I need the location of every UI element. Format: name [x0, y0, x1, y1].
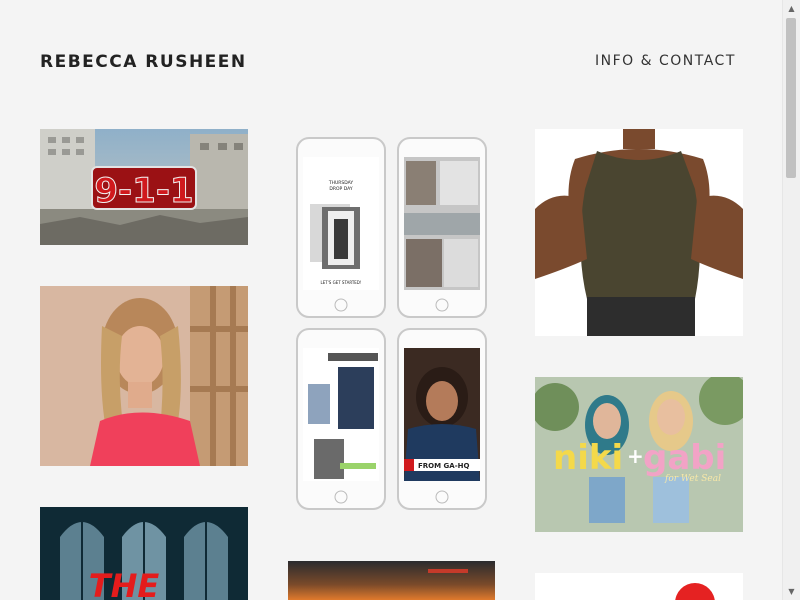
911-logo-text: 9-1-1	[94, 171, 193, 211]
portfolio-tile-the-poster[interactable]: THE	[40, 507, 248, 600]
scroll-down-arrow-icon[interactable]: ▼	[783, 583, 800, 600]
sunset-thumbnail-image	[288, 561, 495, 600]
portfolio-tile-red-circle[interactable]	[535, 573, 743, 600]
phone4-caption: FROM GA-HQ	[418, 462, 469, 470]
vertical-scrollbar[interactable]: ▲ ▼	[782, 0, 800, 600]
portfolio-tile-phone-mockups[interactable]: THURSDAY DROP DAY LET'S GET STARTED! FRO…	[288, 129, 495, 513]
portfolio-tile-sunset[interactable]	[288, 561, 495, 600]
scrollbar-thumb[interactable]	[786, 18, 796, 178]
scroll-up-arrow-icon[interactable]: ▲	[783, 0, 800, 17]
phone-mockups-image: THURSDAY DROP DAY LET'S GET STARTED! FRO…	[288, 129, 495, 513]
the-poster-title: THE	[89, 567, 160, 600]
the-poster-thumbnail-image: THE	[40, 507, 248, 600]
wet-seal-text: for Wet Seal	[664, 474, 721, 484]
phone1-cta: LET'S GET STARTED!	[320, 280, 361, 285]
portfolio-tile-olive-tank[interactable]	[535, 129, 743, 336]
gabi-name-text: gabi	[643, 438, 726, 478]
pink-top-thumbnail-image	[40, 286, 248, 466]
olive-tank-thumbnail-image	[535, 129, 743, 336]
portfolio-tile-niki-gabi[interactable]: niki + gabi for Wet Seal	[535, 377, 743, 532]
portfolio-tile-911[interactable]: 9-1-1	[40, 129, 248, 245]
red-circle-thumbnail-image	[535, 573, 743, 600]
niki-gabi-thumbnail-image: niki + gabi for Wet Seal	[535, 377, 743, 532]
portfolio-tile-pink-top[interactable]	[40, 286, 248, 466]
site-title[interactable]: REBECCA RUSHEEN	[40, 52, 247, 72]
info-contact-link[interactable]: INFO & CONTACT	[595, 53, 736, 69]
phone1-line2: DROP DAY	[329, 186, 352, 192]
phone1-line1: THURSDAY	[328, 180, 354, 186]
plus-text: +	[627, 444, 644, 468]
911-thumbnail-image: 9-1-1	[40, 129, 248, 245]
niki-name-text: niki	[553, 438, 623, 478]
